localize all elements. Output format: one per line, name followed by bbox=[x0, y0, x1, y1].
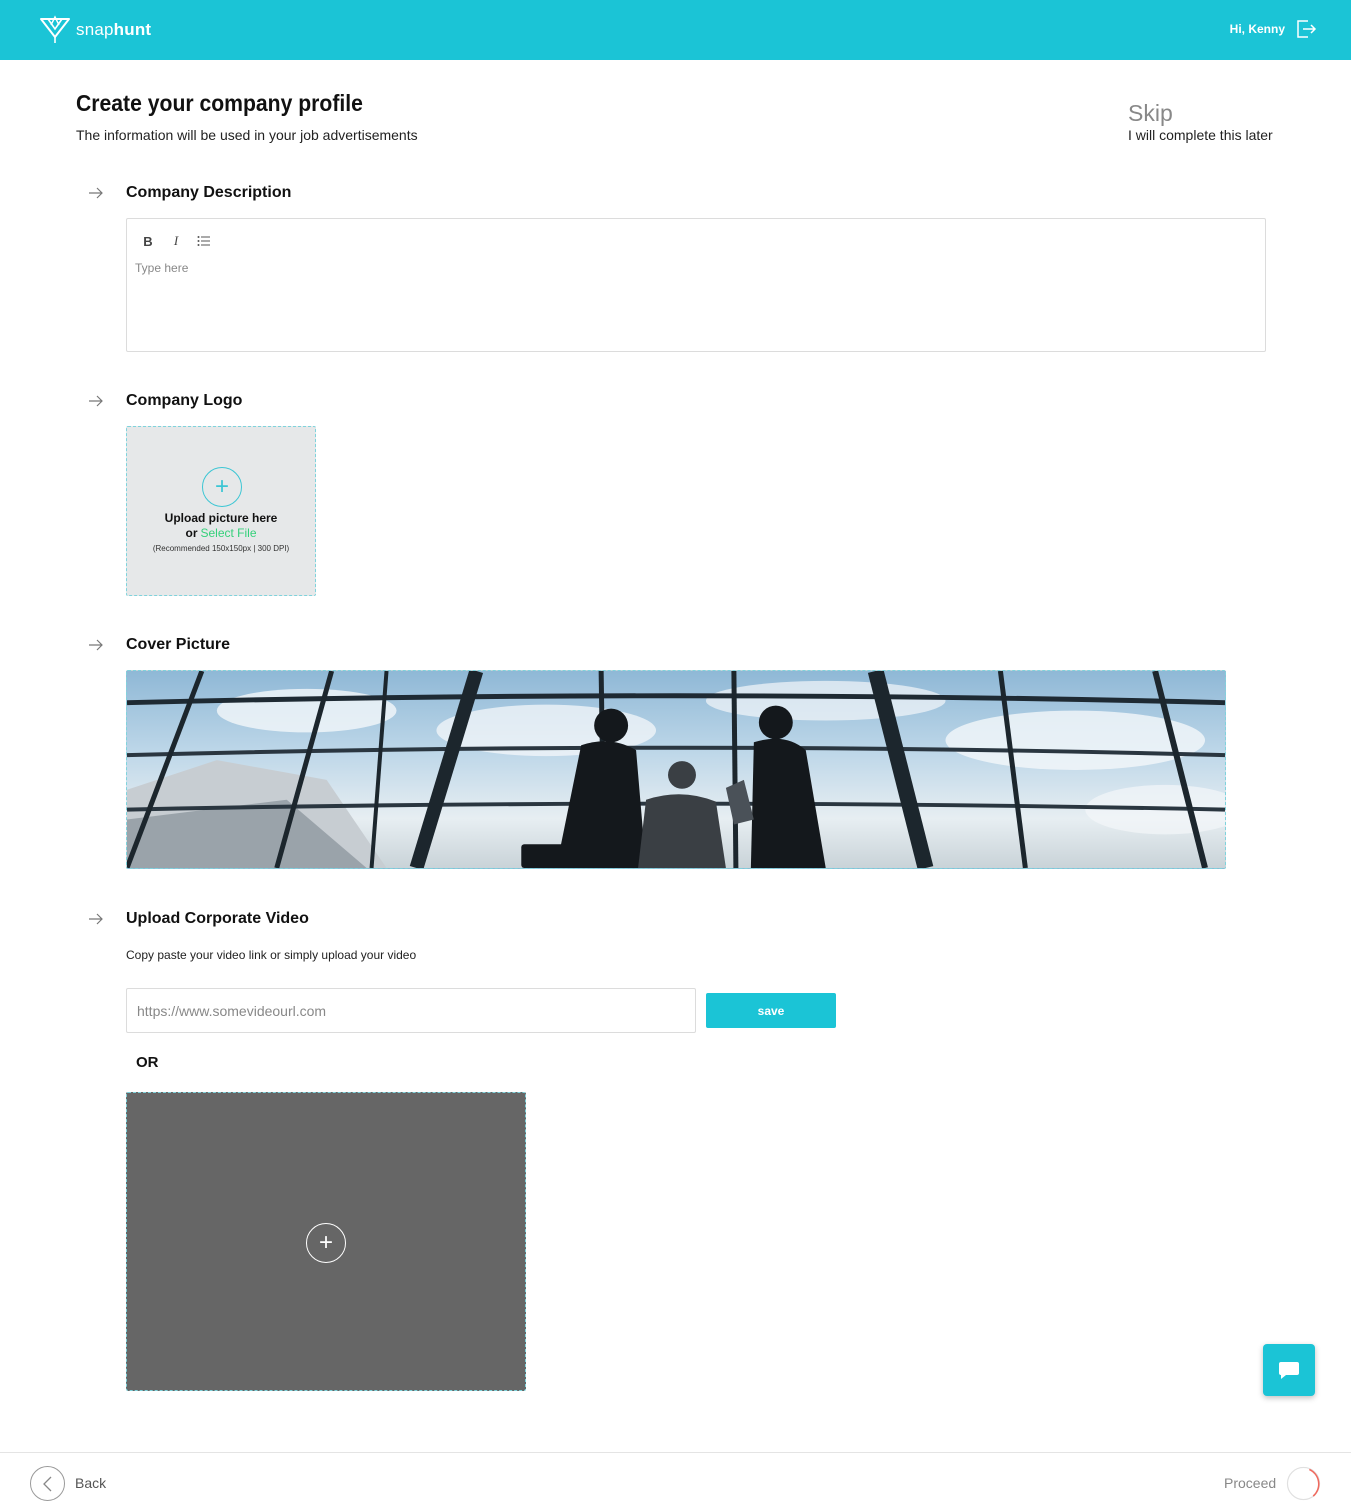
section-title-cover: Cover Picture bbox=[126, 636, 231, 653]
logout-icon[interactable] bbox=[1295, 18, 1317, 40]
back-button[interactable] bbox=[30, 1466, 65, 1501]
proceed-button[interactable] bbox=[1286, 1466, 1321, 1501]
arrow-right-icon bbox=[89, 913, 103, 925]
bulleted-list-icon bbox=[197, 236, 210, 246]
editor-toolbar: B I bbox=[139, 233, 213, 249]
user-greeting: Hi, Kenny bbox=[1229, 22, 1285, 36]
add-icon[interactable]: + bbox=[306, 1223, 346, 1263]
proceed-label[interactable]: Proceed bbox=[1224, 1475, 1276, 1491]
page-title: Create your company profile bbox=[76, 90, 363, 116]
or-divider: OR bbox=[136, 1054, 159, 1071]
back-label[interactable]: Back bbox=[75, 1475, 106, 1491]
italic-button[interactable]: I bbox=[167, 233, 185, 249]
arrow-right-icon bbox=[89, 639, 103, 651]
skip-link[interactable]: Skip bbox=[1128, 100, 1173, 127]
brand-logo[interactable]: snaphunt bbox=[38, 14, 151, 46]
footer-bar: Back Proceed bbox=[0, 1452, 1351, 1512]
video-description: Copy paste your video link or simply upl… bbox=[126, 948, 417, 962]
select-file-link[interactable]: Select File bbox=[200, 526, 256, 540]
section-title-description: Company Description bbox=[126, 184, 292, 201]
bulleted-list-button[interactable] bbox=[195, 233, 213, 249]
section-title-video: Upload Corporate Video bbox=[126, 910, 309, 927]
logo-recommendation: (Recommended 150x150px | 300 DPI) bbox=[152, 544, 290, 553]
save-button[interactable]: save bbox=[706, 993, 836, 1028]
logo-upload-label: Upload picture here bbox=[164, 511, 278, 525]
logo-upload-area[interactable]: + Upload picture here or Select File (Rec… bbox=[126, 426, 316, 596]
chevron-left-icon bbox=[42, 1476, 51, 1491]
arrow-right-icon bbox=[89, 187, 103, 199]
top-bar: snaphunt Hi, Kenny bbox=[0, 0, 1351, 60]
skip-subtext: I will complete this later bbox=[1128, 127, 1273, 143]
section-title-logo: Company Logo bbox=[126, 392, 243, 409]
user-menu: Hi, Kenny bbox=[1230, 18, 1317, 40]
chat-icon bbox=[1279, 1362, 1299, 1379]
page-subtitle: The information will be used in your job… bbox=[76, 127, 418, 143]
or-text: or bbox=[185, 526, 198, 540]
description-editor[interactable]: B I Type here bbox=[126, 218, 1266, 352]
logo-upload-or: or Select File bbox=[127, 526, 315, 540]
video-upload-area[interactable]: + bbox=[126, 1092, 526, 1391]
brand-name-light: snap bbox=[76, 20, 114, 39]
cover-photo-image bbox=[127, 671, 1225, 868]
brand-name: snaphunt bbox=[76, 20, 151, 40]
add-icon[interactable]: + bbox=[202, 467, 242, 507]
video-url-input[interactable] bbox=[126, 988, 696, 1033]
snaphunt-logo-icon bbox=[40, 15, 70, 43]
chat-button[interactable] bbox=[1263, 1344, 1315, 1396]
arrow-right-icon bbox=[89, 395, 103, 407]
cover-picture[interactable] bbox=[126, 670, 1226, 869]
bold-button[interactable]: B bbox=[139, 233, 157, 249]
editor-placeholder: Type here bbox=[135, 261, 189, 275]
brand-name-bold: hunt bbox=[113, 20, 152, 39]
